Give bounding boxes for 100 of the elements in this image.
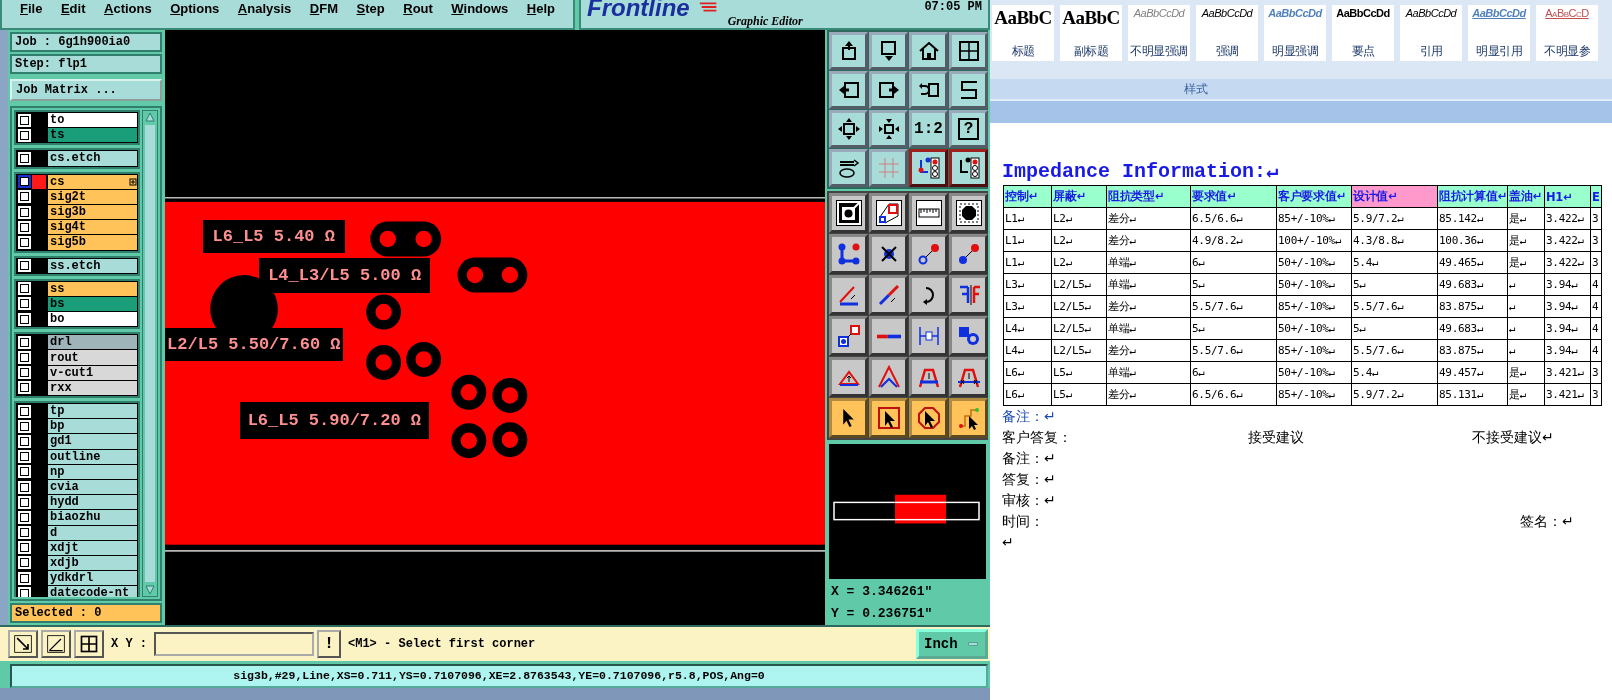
layer-checkbox[interactable] <box>19 337 29 347</box>
style-button[interactable]: AaBbCcDd 明显引用 <box>1468 5 1530 61</box>
layer-checkbox[interactable] <box>19 222 29 232</box>
tool-button[interactable] <box>869 110 908 148</box>
layer-checkbox[interactable] <box>19 177 29 187</box>
tool-button[interactable] <box>41 630 71 658</box>
style-button[interactable]: AaBbCcDd 强调 <box>1196 5 1258 61</box>
tool-button[interactable] <box>949 398 988 438</box>
menu-item[interactable]: DFM <box>309 1 339 16</box>
tool-button[interactable] <box>829 275 868 315</box>
layer-name[interactable]: xdjb <box>48 555 137 571</box>
help-button[interactable]: ? <box>949 110 988 148</box>
layer-checkbox[interactable] <box>19 284 29 294</box>
menu-item[interactable]: Step <box>356 1 385 16</box>
layer-checkbox[interactable] <box>19 383 29 393</box>
layer-checkbox[interactable] <box>19 299 29 309</box>
layer-name[interactable]: np <box>48 464 137 479</box>
layer-checkbox[interactable] <box>19 115 29 125</box>
tool-button[interactable] <box>829 398 868 438</box>
tool-button[interactable] <box>949 193 988 233</box>
style-button[interactable]: AaBbCcDd 不明显强调 <box>1128 5 1190 61</box>
layer-checkbox[interactable] <box>19 368 29 378</box>
layer-name[interactable]: to <box>48 113 137 128</box>
layer-name[interactable]: ss <box>48 281 137 296</box>
layer-checkbox[interactable] <box>19 207 29 217</box>
layer-name[interactable]: datecode-nt <box>48 586 137 597</box>
menu-item[interactable]: Options <box>170 1 220 16</box>
layer-name[interactable]: bo <box>48 312 137 327</box>
layer-name[interactable]: sig4t <box>48 220 137 235</box>
tool-button[interactable] <box>949 357 988 397</box>
style-button[interactable]: AaBbCcDd 引用 <box>1400 5 1462 61</box>
layer-name[interactable]: drl <box>48 335 137 350</box>
tool-button[interactable] <box>949 275 988 315</box>
style-button[interactable]: AaBbCcD 不明显参 <box>1536 5 1598 61</box>
scrollbar[interactable] <box>142 110 158 597</box>
tool-button[interactable] <box>909 275 948 315</box>
tool-button[interactable] <box>909 357 948 397</box>
layer-name[interactable]: ss.etch <box>48 258 137 273</box>
tool-button[interactable] <box>74 630 104 658</box>
layer-name[interactable]: cvia <box>48 479 137 495</box>
menu-item[interactable]: Analysis <box>237 1 292 16</box>
layer-name[interactable]: rout <box>48 350 137 365</box>
menu-item[interactable]: Windows <box>451 1 509 16</box>
tool-button[interactable] <box>909 316 948 356</box>
layer-name[interactable]: hydd <box>48 495 137 510</box>
menu-item[interactable]: Edit <box>60 1 86 16</box>
layer-name[interactable]: bs <box>48 296 137 312</box>
tool-button[interactable] <box>909 234 948 274</box>
layer-checkbox[interactable] <box>19 153 29 163</box>
layer-name[interactable]: gd1 <box>48 434 137 449</box>
tool-button[interactable] <box>869 71 908 109</box>
layer-name[interactable]: sig2t <box>48 189 137 204</box>
layer-checkbox[interactable] <box>19 543 29 553</box>
tool-button[interactable] <box>869 398 908 438</box>
layer-checkbox[interactable] <box>19 237 29 247</box>
tool-button[interactable] <box>869 275 908 315</box>
tool-button[interactable] <box>829 316 868 356</box>
tool-button[interactable] <box>829 32 868 70</box>
layer-name[interactable]: xdjt <box>48 540 137 555</box>
job-matrix-button[interactable]: Job Matrix ... <box>10 79 162 101</box>
zoom-ratio-button[interactable]: 1:2 <box>909 110 948 148</box>
layer-name[interactable]: d <box>48 525 137 540</box>
tool-button[interactable] <box>869 357 908 397</box>
layer-checkbox[interactable] <box>19 261 29 271</box>
style-button[interactable]: AaBbC 副标题 <box>1060 5 1122 61</box>
layer-name[interactable]: bp <box>48 419 137 434</box>
layer-checkbox[interactable] <box>19 130 29 140</box>
layer-checkbox[interactable] <box>19 558 29 568</box>
layer-name[interactable]: ydkdrl <box>48 571 137 586</box>
tool-button[interactable] <box>949 71 988 109</box>
menu-item[interactable]: Help <box>526 1 555 16</box>
layer-checkbox[interactable] <box>19 482 29 492</box>
layer-checkbox[interactable] <box>19 588 29 597</box>
menu-item[interactable]: Rout <box>403 1 433 16</box>
tool-button[interactable] <box>869 193 908 233</box>
tool-button[interactable] <box>909 398 948 438</box>
tool-button[interactable] <box>949 32 988 70</box>
layer-name[interactable]: ts <box>48 128 137 143</box>
layer-checkbox[interactable] <box>19 406 29 416</box>
tool-button[interactable] <box>949 234 988 274</box>
layer-name[interactable]: sig3b <box>48 204 137 220</box>
layer-name[interactable]: tp <box>48 404 137 419</box>
xy-input-field[interactable] <box>154 632 314 656</box>
layer-name[interactable]: cs.etch <box>48 151 137 166</box>
layer-name[interactable]: rxx <box>48 380 137 395</box>
tool-button[interactable] <box>909 149 948 187</box>
layer-checkbox[interactable] <box>19 573 29 583</box>
tool-button[interactable] <box>829 357 868 397</box>
menu-item[interactable]: Actions <box>104 1 152 16</box>
tool-button[interactable] <box>829 71 868 109</box>
tool-button[interactable] <box>909 71 948 109</box>
tool-button[interactable] <box>909 32 948 70</box>
layer-checkbox[interactable] <box>19 497 29 507</box>
layer-checkbox[interactable] <box>19 512 29 522</box>
layer-checkbox[interactable] <box>19 421 29 431</box>
tool-button[interactable] <box>829 110 868 148</box>
layer-checkbox[interactable] <box>19 353 29 363</box>
layer-checkbox[interactable] <box>19 314 29 324</box>
style-button[interactable]: AaBbCcDd 要点 <box>1332 5 1394 61</box>
style-button[interactable]: AaBbC 标题 <box>992 5 1054 61</box>
